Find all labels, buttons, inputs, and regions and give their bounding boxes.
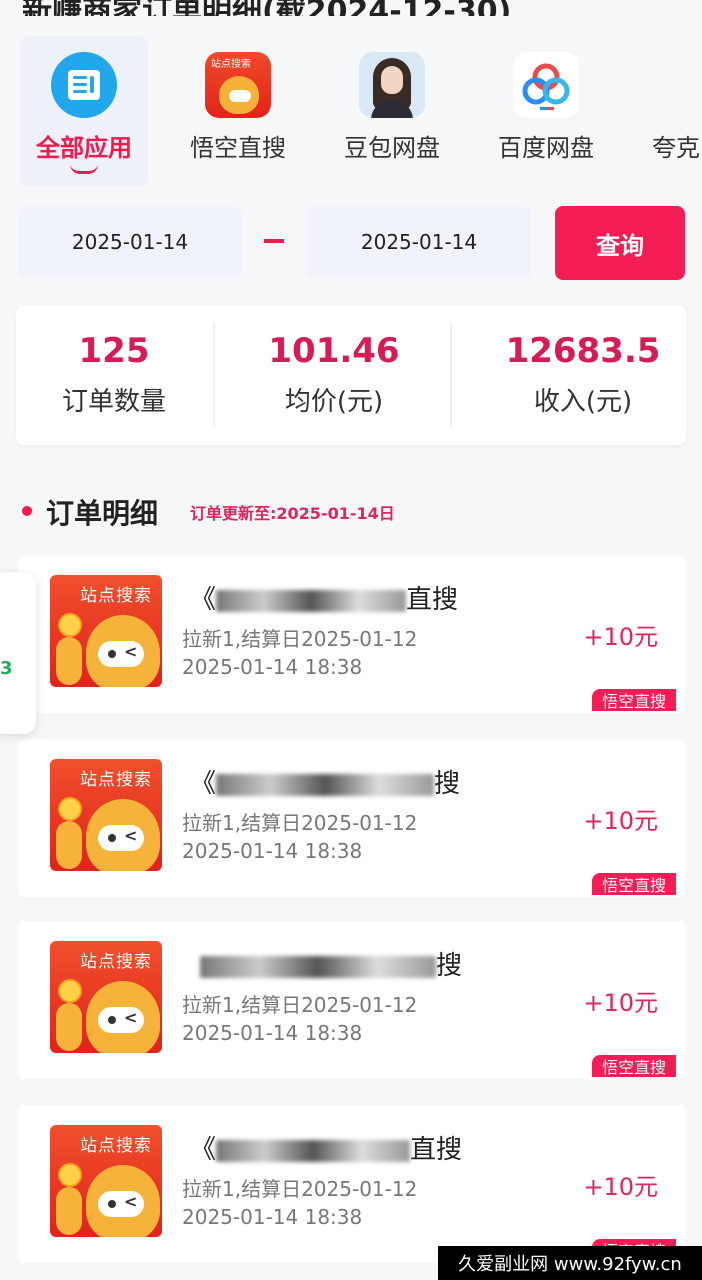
tab-label: 百度网盘 — [498, 134, 594, 162]
order-source-tag: 悟空直搜 — [591, 873, 676, 895]
float-tab-text: 3 — [0, 658, 13, 679]
active-tab-indicator — [70, 164, 98, 174]
app-tab-bar: 全部应用 站点搜索 悟空直搜 豆包网盘 百度网盘 夸克 — [0, 36, 702, 191]
stat-value: 12683.5 — [505, 331, 661, 371]
tab-label: 夸克 — [652, 134, 700, 162]
stat-label: 收入(元) — [533, 387, 633, 417]
wukong-thumbnail-icon: 站点搜索 — [50, 941, 162, 1053]
doubao-icon — [359, 52, 425, 118]
order-settle-info: 拉新1,结算日2025-01-12 — [182, 993, 418, 1017]
section-dot-icon — [22, 506, 32, 516]
baidu-netdisk-icon — [513, 52, 579, 118]
order-time: 2025-01-14 18:38 — [182, 655, 363, 679]
order-amount: +10元 — [583, 989, 658, 1017]
stat-label: 订单数量 — [61, 387, 166, 417]
order-settle-info: 拉新1,结算日2025-01-12 — [182, 1177, 418, 1201]
section-title: 订单明细 — [46, 497, 159, 530]
order-settle-info: 拉新1,结算日2025-01-12 — [182, 811, 418, 835]
wukong-thumbnail-icon: 站点搜索 — [50, 575, 162, 687]
stat-order-count: 125 订单数量 — [16, 305, 212, 445]
thumb-badge: 站点搜索 — [80, 952, 152, 972]
tab-label: 悟空直搜 — [190, 134, 286, 162]
order-item[interactable]: 站点搜索 《直搜 拉新1,结算日2025-01-12 2025-01-14 18… — [18, 1105, 686, 1263]
tab-label: 豆包网盘 — [344, 134, 440, 162]
order-time: 2025-01-14 18:38 — [182, 1021, 363, 1045]
order-item[interactable]: 站点搜索 《直搜 拉新1,结算日2025-01-12 2025-01-14 18… — [18, 555, 686, 713]
wukong-thumbnail-icon: 站点搜索 — [50, 1125, 162, 1237]
redacted-text — [200, 955, 436, 978]
order-title: 《直搜 — [190, 1135, 463, 1165]
order-time: 2025-01-14 18:38 — [182, 1205, 363, 1229]
date-filter: 2025-01-14 2025-01-14 查询 — [0, 206, 702, 280]
all-apps-icon — [51, 52, 117, 118]
stats-card: 125 订单数量 101.46 均价(元) 12683.5 收入(元) — [16, 305, 686, 445]
thumb-badge: 站点搜索 — [80, 770, 152, 790]
wukong-icon: 站点搜索 — [205, 52, 271, 118]
order-source-tag: 悟空直搜 — [591, 689, 676, 711]
orders-section-header: 订单明细 订单更新至:2025-01-14日 — [22, 488, 682, 530]
order-amount: +10元 — [583, 623, 658, 651]
stat-income: 12683.5 收入(元) — [452, 305, 686, 445]
stat-value: 101.46 — [268, 331, 400, 371]
redacted-text — [216, 773, 435, 796]
order-settle-info: 拉新1,结算日2025-01-12 — [182, 627, 418, 651]
tab-doubao[interactable]: 豆包网盘 — [328, 36, 456, 186]
tab-quark[interactable]: 夸克 — [636, 36, 702, 186]
tab-all-apps[interactable]: 全部应用 — [20, 36, 148, 186]
thumb-badge: 站点搜索 — [80, 1136, 152, 1156]
wukong-thumbnail-icon: 站点搜索 — [50, 759, 162, 871]
order-source-tag: 悟空直搜 — [591, 1055, 676, 1077]
order-item[interactable]: 站点搜索 搜 拉新1,结算日2025-01-12 2025-01-14 18:3… — [18, 921, 686, 1079]
redacted-text — [216, 589, 407, 612]
thumb-badge: 站点搜索 — [80, 586, 152, 606]
watermark: 久爱副业网 www.92fyw.cn — [438, 1246, 702, 1280]
start-date-field[interactable]: 2025-01-14 — [18, 206, 242, 278]
order-title: 《搜 — [190, 769, 461, 799]
tab-label: 全部应用 — [36, 134, 132, 162]
end-date-field[interactable]: 2025-01-14 — [307, 206, 531, 278]
order-item[interactable]: 站点搜索 《搜 拉新1,结算日2025-01-12 2025-01-14 18:… — [18, 739, 686, 897]
redacted-text — [216, 1139, 411, 1162]
order-amount: +10元 — [583, 807, 658, 835]
orders-updated-note: 订单更新至:2025-01-14日 — [190, 504, 395, 523]
order-time: 2025-01-14 18:38 — [182, 839, 363, 863]
tab-wukong[interactable]: 站点搜索 悟空直搜 — [174, 36, 302, 186]
order-amount: +10元 — [583, 1173, 658, 1201]
stat-label: 均价(元) — [284, 387, 384, 417]
order-title: 搜 — [200, 945, 462, 982]
order-title: 《直搜 — [190, 585, 459, 615]
divider — [213, 323, 215, 427]
floating-side-tab[interactable]: 3 — [0, 572, 36, 734]
stat-avg-price: 101.46 均价(元) — [216, 305, 452, 445]
query-button[interactable]: 查询 — [555, 206, 685, 280]
date-separator — [264, 239, 284, 243]
tab-baidu-netdisk[interactable]: 百度网盘 — [482, 36, 610, 186]
stat-value: 125 — [78, 331, 150, 371]
page-title-cut: 新赚商家订单明细(截2024-12-30) — [0, 0, 702, 16]
